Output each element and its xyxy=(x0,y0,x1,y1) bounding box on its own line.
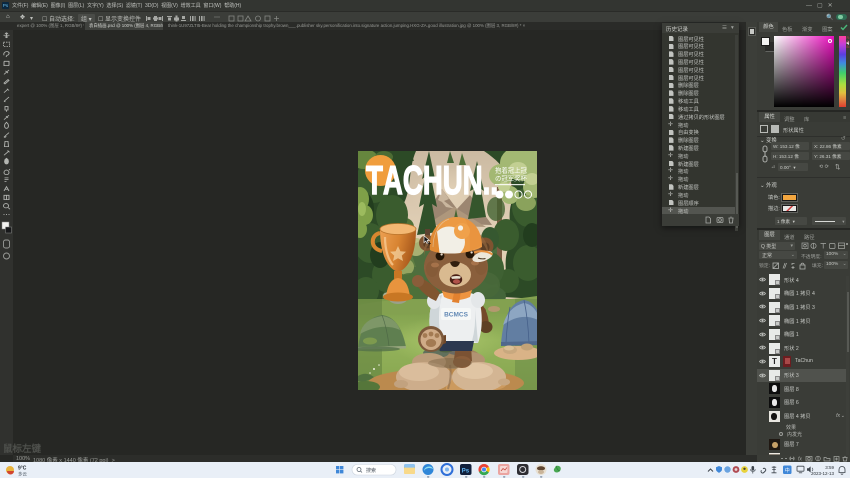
svg-text:搜索: 搜索 xyxy=(366,467,376,474)
svg-text:の冠军奖杯: の冠军奖杯 xyxy=(495,174,528,183)
svg-text:BCMCS: BCMCS xyxy=(444,312,468,319)
svg-text:抱着冠上冠: 抱着冠上冠 xyxy=(495,166,528,175)
svg-text:Ps: Ps xyxy=(462,468,470,474)
svg-text:中: 中 xyxy=(785,467,790,474)
svg-text:多云: 多云 xyxy=(18,471,27,478)
